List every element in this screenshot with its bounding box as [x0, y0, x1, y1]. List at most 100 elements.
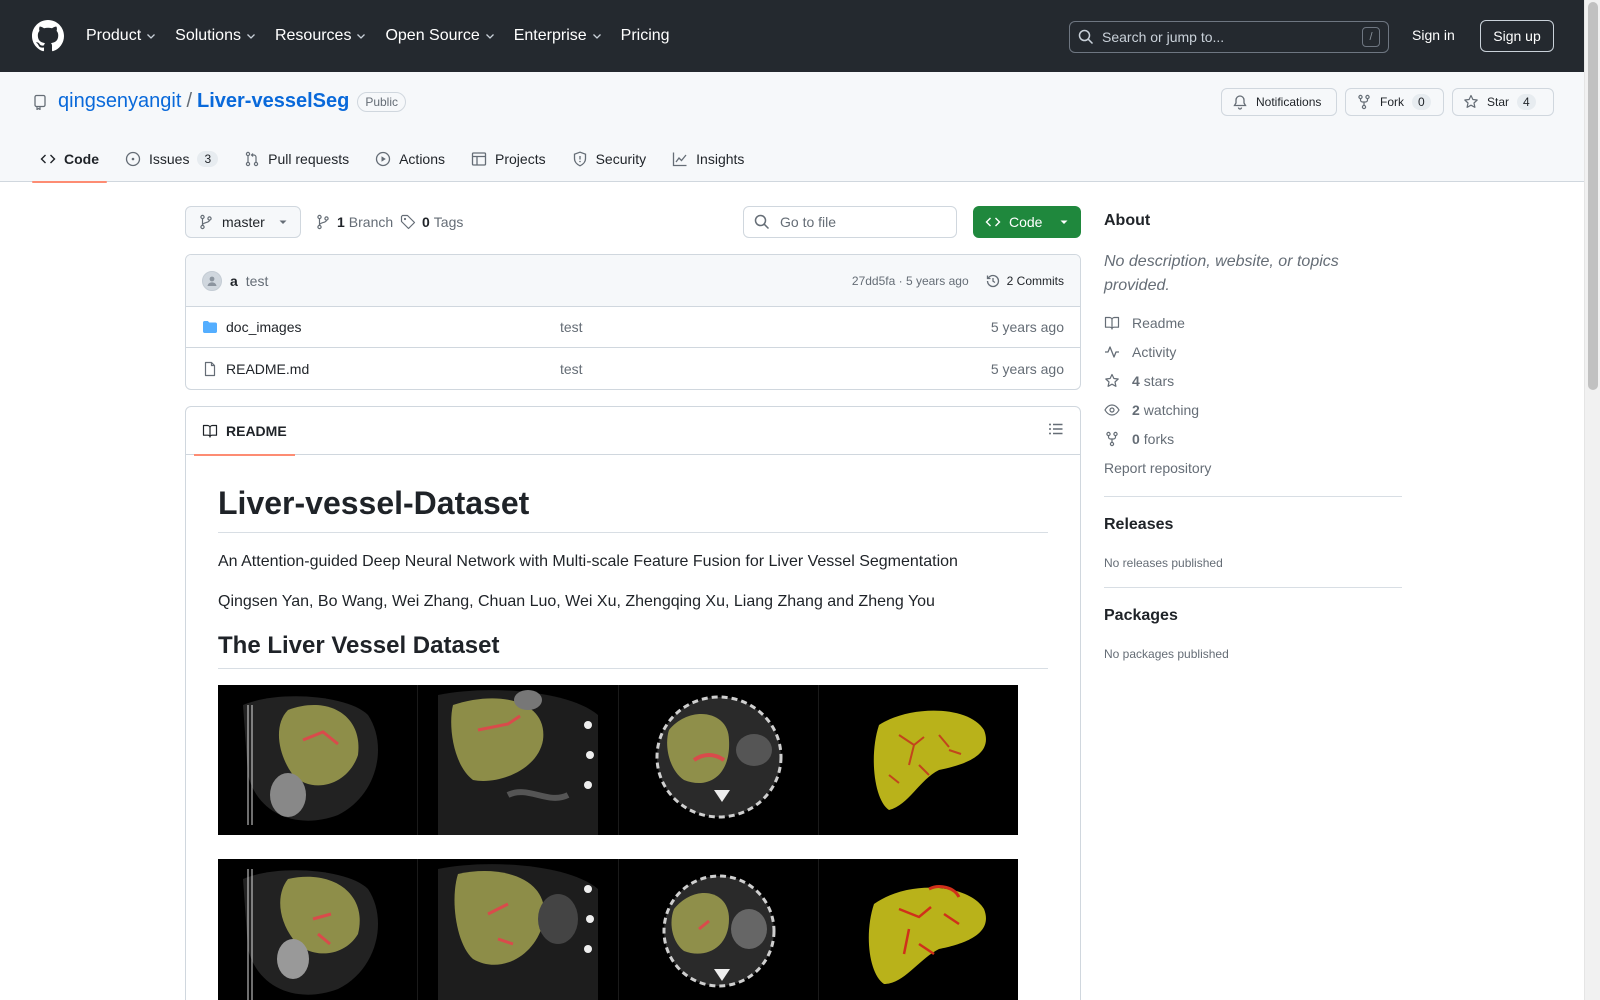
file-icon [204, 361, 216, 376]
branches-link[interactable]: 1 Branch [315, 214, 393, 230]
branch-select[interactable]: master [185, 206, 301, 238]
repo-name-link[interactable]: Liver-vesselSeg [197, 90, 349, 113]
file-row[interactable]: README.md test 5 years ago [186, 348, 1080, 389]
nav-product[interactable]: Product [86, 20, 157, 52]
paper-title: An Attention-guided Deep Neural Network … [218, 553, 958, 570]
forks-link[interactable]: 0 forks [1104, 431, 1174, 447]
issue-icon [125, 151, 141, 167]
repo-tabs: Code Issues 3 Pull requests Actions Proj… [32, 136, 762, 183]
tab-actions-label: Actions [399, 151, 446, 167]
tab-security-label: Security [595, 151, 647, 167]
tab-code[interactable]: Code [32, 136, 107, 183]
scan-panel-axial [619, 859, 819, 1000]
outline-list-icon[interactable] [1048, 421, 1064, 437]
code-icon [985, 217, 1001, 227]
chevron-down-icon [485, 34, 494, 39]
file-name[interactable]: doc_images [226, 319, 302, 335]
activity-link[interactable]: Activity [1104, 344, 1176, 360]
fork-label: Fork [1380, 95, 1404, 109]
chevron-down-icon [357, 34, 366, 39]
star-button[interactable]: Star 4 [1452, 88, 1554, 116]
sidebar-divider [1104, 587, 1402, 588]
commit-message[interactable]: test [246, 273, 269, 289]
scan-panel-sagittal [218, 859, 419, 1000]
caret-down-icon [1060, 220, 1068, 224]
stars-count: 4 [1132, 373, 1140, 389]
search-icon [1078, 29, 1094, 45]
sign-in-link[interactable]: Sign in [1412, 27, 1455, 43]
activity-link-label: Activity [1132, 344, 1177, 360]
nav-solutions[interactable]: Solutions [175, 20, 257, 52]
tab-actions[interactable]: Actions [367, 136, 453, 182]
tab-pull-requests[interactable]: Pull requests [236, 136, 357, 182]
star-label: Star [1487, 95, 1510, 109]
sign-up-button[interactable]: Sign up [1480, 20, 1554, 52]
bell-icon [1233, 95, 1247, 110]
notifications-button[interactable]: Notifications [1221, 88, 1337, 116]
file-row[interactable]: doc_images test 5 years ago [186, 307, 1080, 348]
tab-issues-label: Issues [149, 151, 190, 167]
search-icon [754, 214, 770, 230]
tab-projects[interactable]: Projects [463, 136, 554, 182]
nav-open-source-label: Open Source [385, 27, 480, 44]
releases-heading[interactable]: Releases [1104, 516, 1173, 534]
report-repository-link[interactable]: Report repository [1104, 460, 1211, 476]
go-to-file-input[interactable]: Go to file [743, 206, 957, 238]
file-commit-message[interactable]: test [560, 319, 583, 335]
readme-panel: README Liver-vessel-Dataset An Attention… [185, 406, 1081, 1000]
file-name[interactable]: README.md [226, 361, 309, 377]
fork-icon [1358, 94, 1370, 110]
go-to-file-placeholder: Go to file [780, 214, 837, 230]
scan-panel-axial [619, 685, 819, 836]
table-icon [471, 152, 487, 166]
repo-owner-link[interactable]: qingsenyangit [58, 90, 181, 113]
global-search-input[interactable]: Search or jump to... / [1069, 21, 1389, 53]
nav-product-label: Product [86, 27, 142, 44]
commits-link[interactable]: 2 Commits [985, 273, 1064, 289]
github-logo-icon[interactable] [32, 20, 64, 52]
nav-solutions-label: Solutions [175, 27, 241, 44]
readme-link[interactable]: Readme [1104, 315, 1185, 331]
nav-enterprise[interactable]: Enterprise [514, 20, 603, 52]
branch-icon [200, 214, 212, 230]
watching-link[interactable]: 2 watching [1104, 402, 1199, 418]
commit-author[interactable]: a [230, 273, 238, 289]
stars-link[interactable]: 4 stars [1104, 373, 1174, 389]
pulse-icon [1105, 346, 1119, 358]
tab-insights-label: Insights [696, 151, 745, 167]
scan-panel-coronal [418, 685, 619, 836]
avatar[interactable] [202, 270, 222, 291]
liver-scan-image-1 [218, 685, 1018, 836]
nav-pricing[interactable]: Pricing [621, 20, 670, 52]
stars-label: stars [1143, 373, 1175, 389]
file-commit-message[interactable]: test [560, 361, 583, 377]
nav-open-source[interactable]: Open Source [385, 20, 495, 52]
star-count: 4 [1517, 94, 1536, 110]
fork-icon [1106, 431, 1118, 447]
play-icon [375, 151, 391, 167]
tab-security[interactable]: Security [564, 136, 655, 182]
packages-heading[interactable]: Packages [1104, 607, 1178, 625]
branch-name: master [222, 214, 265, 230]
book-icon [1104, 316, 1120, 330]
tags-link[interactable]: 0 Tags [400, 214, 463, 230]
folder-icon [203, 321, 217, 333]
tag-count: 0 [422, 214, 430, 230]
nav-resources[interactable]: Resources [275, 20, 367, 52]
chevron-down-icon [147, 34, 156, 39]
readme-link-label: Readme [1132, 315, 1185, 331]
fork-button[interactable]: Fork 0 [1345, 88, 1444, 116]
commit-sha-time[interactable]: 27dd5fa · 5 years ago [852, 274, 969, 288]
fork-count: 0 [1412, 94, 1431, 110]
file-commit-date: 5 years ago [990, 319, 1064, 335]
nav-enterprise-label: Enterprise [513, 27, 587, 44]
tab-insights[interactable]: Insights [664, 136, 752, 182]
code-dropdown-button[interactable]: Code [973, 206, 1081, 238]
readme-tab[interactable]: README [194, 407, 295, 456]
scrollbar-thumb[interactable] [1588, 2, 1598, 390]
readme-tab-label: README [226, 423, 287, 439]
tab-issues[interactable]: Issues 3 [117, 136, 226, 182]
file-list: a test 27dd5fa · 5 years ago 2 Commits d… [185, 254, 1081, 390]
page-scrollbar[interactable] [1584, 0, 1600, 1000]
tab-pull-requests-label: Pull requests [268, 151, 350, 167]
